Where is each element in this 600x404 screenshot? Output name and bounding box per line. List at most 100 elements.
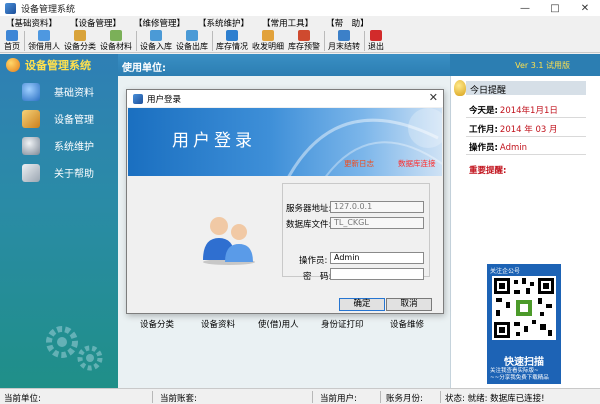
stock-icon	[226, 30, 238, 41]
outbound-icon	[186, 30, 198, 41]
important-reminder-key: 重要提醒:	[469, 166, 507, 176]
today-key: 今天是:	[469, 106, 498, 116]
status-month: 账务月份:	[386, 394, 423, 404]
dialog-app-icon	[133, 93, 143, 104]
maintenance-icon	[22, 136, 40, 155]
minimize-button[interactable]: —	[510, 0, 540, 16]
title-bar: 设备管理系统 — □ ✕	[0, 0, 600, 16]
toolbar-warning-button[interactable]: 库存预警	[288, 29, 320, 53]
toolbar-home-button[interactable]: 首页	[4, 29, 20, 53]
toolbar-separator	[324, 31, 325, 51]
operator-row: 操作员: Admin	[469, 141, 527, 153]
toolbar-label: 设备入库	[140, 42, 172, 51]
user-icon	[38, 30, 50, 41]
operator-field[interactable]: Admin	[330, 252, 424, 264]
status-divider	[312, 391, 313, 403]
server-label: 服务器地址:	[286, 204, 332, 214]
toolbar-label: 收发明细	[252, 42, 284, 51]
detail-icon	[262, 30, 274, 41]
qr-code-icon	[492, 276, 556, 340]
status-state: 状态: 就绪: 数据库已连接!	[445, 394, 545, 404]
window-title: 设备管理系统	[21, 4, 76, 15]
sidebar-item-device-management[interactable]: 设备管理	[0, 105, 118, 132]
qr-sub-line: 关注我查看实际版~	[490, 368, 539, 374]
banner-title: 用户登录	[172, 131, 256, 151]
toolbar-label: 库存预警	[288, 42, 320, 51]
status-divider	[152, 391, 153, 403]
toolbar-outbound-button[interactable]: 设备出库	[176, 29, 208, 53]
menu-base-data[interactable]: 【基础资料】	[0, 17, 64, 29]
toolbar-label: 设备材料	[100, 42, 132, 51]
status-divider	[380, 391, 381, 403]
update-log-link[interactable]: 更新日志	[344, 158, 374, 169]
link-device-data[interactable]: 设备资料	[201, 318, 235, 330]
operator-label: 操作员:	[299, 256, 328, 266]
operator-value: Admin	[499, 143, 527, 153]
status-unit: 当前单位:	[4, 394, 41, 404]
base-data-icon	[22, 82, 40, 101]
sidebar-item-label: 系统维护	[54, 142, 94, 153]
maximize-button[interactable]: □	[540, 0, 570, 16]
divider	[466, 117, 586, 118]
sidebar-item-base-data[interactable]: 基础资料	[0, 78, 118, 105]
dialog-close-button[interactable]: ✕	[429, 91, 438, 104]
work-month-row: 工作月: 2014 年 03 月	[469, 123, 557, 135]
version-bar: Ver 3.1 试用版	[450, 54, 600, 76]
toolbar-separator	[212, 31, 213, 51]
toolbar-detail-button[interactable]: 收发明细	[252, 29, 284, 53]
qr-scan-text: 快速扫描	[504, 357, 544, 368]
ok-button[interactable]: 确定	[339, 298, 385, 311]
status-divider	[440, 391, 441, 403]
exit-icon	[370, 30, 382, 41]
link-device-category[interactable]: 设备分类	[140, 318, 174, 330]
toolbar-stock-button[interactable]: 库存情况	[216, 29, 248, 53]
toolbar-category-button[interactable]: 设备分类	[64, 29, 96, 53]
db-file-field[interactable]: TL_CKGL	[330, 217, 424, 229]
toolbar-material-button[interactable]: 设备材料	[100, 29, 132, 53]
device-icon	[22, 109, 40, 128]
cancel-button[interactable]: 取消	[386, 298, 432, 311]
sidebar: 设备管理系统 基础资料 设备管理 系统维护 关于帮助	[0, 54, 118, 388]
toolbar-borrower-button[interactable]: 领借用人	[28, 29, 60, 53]
important-reminder-row: 重要提醒:	[469, 164, 506, 176]
close-button[interactable]: ✕	[570, 0, 600, 16]
menu-repair-management[interactable]: 【维修管理】	[128, 17, 192, 29]
toolbar-inbound-button[interactable]: 设备入库	[140, 29, 172, 53]
toolbar-label: 领借用人	[28, 42, 60, 51]
users-icon	[203, 217, 255, 265]
toolbar-label: 库存情况	[216, 42, 248, 51]
month-end-icon	[338, 30, 350, 41]
menu-tools[interactable]: 【常用工具】	[256, 17, 320, 29]
sidebar-item-system-maintenance[interactable]: 系统维护	[0, 132, 118, 159]
login-banner: 用户登录 更新日志 数据库连接	[128, 108, 442, 176]
link-id-card-print[interactable]: 身份证打印	[321, 318, 364, 330]
link-device-repair[interactable]: 设备维修	[390, 318, 424, 330]
qr-promo: 关注企公号 快速扫描 关注我查看实际版~ ~~分享我免费下载精品	[487, 264, 561, 384]
material-icon	[110, 30, 122, 41]
menu-bar: 【基础资料】 【设备管理】 【维修管理】 【系统维护】 【常用工具】 【帮 助】	[0, 16, 600, 29]
operator-key: 操作员:	[469, 143, 498, 153]
login-dialog: 用户登录 ✕ 用户登录 更新日志 数据库连接 服务器地址: 127.0.0.1 …	[126, 89, 444, 314]
toolbar: 首页 领借用人 设备分类 设备材料 设备入库 设备出库 库存情况 收发明细 库存…	[0, 29, 600, 53]
menu-system-maintenance[interactable]: 【系统维护】	[192, 17, 256, 29]
toolbar-separator	[24, 31, 25, 51]
toolbar-month-end-button[interactable]: 月末结转	[328, 29, 360, 53]
sidebar-item-help[interactable]: 关于帮助	[0, 159, 118, 186]
db-connect-link[interactable]: 数据库连接	[398, 158, 436, 169]
inbound-icon	[150, 30, 162, 41]
password-label: 密 码:	[303, 272, 332, 282]
home-icon	[6, 30, 18, 41]
dialog-title: 用户登录	[147, 94, 182, 105]
content-header: 使用单位:	[118, 54, 450, 76]
server-field[interactable]: 127.0.0.1	[330, 201, 424, 213]
link-borrower[interactable]: 使(借)用人	[258, 318, 299, 330]
toolbar-separator	[136, 31, 137, 51]
sidebar-item-label: 设备管理	[54, 115, 94, 126]
app-icon	[5, 2, 16, 14]
password-field[interactable]	[330, 268, 424, 280]
menu-help[interactable]: 【帮 助】	[320, 17, 376, 29]
window-controls: — □ ✕	[510, 0, 600, 16]
toolbar-exit-button[interactable]: 退出	[368, 29, 384, 53]
menu-device-management[interactable]: 【设备管理】	[64, 17, 128, 29]
sidebar-header: 设备管理系统	[0, 54, 118, 76]
